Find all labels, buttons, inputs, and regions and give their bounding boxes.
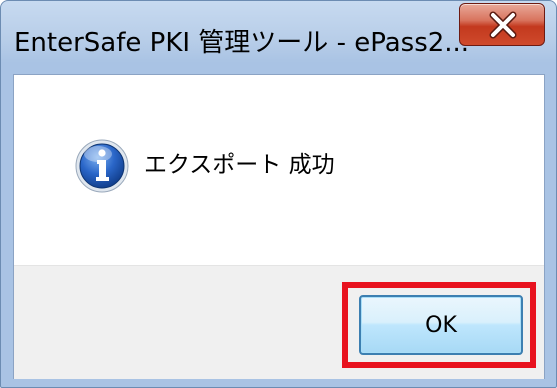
ok-button[interactable]: OK	[359, 295, 523, 355]
close-button[interactable]	[459, 3, 545, 46]
message-area: エクスポート 成功	[14, 75, 544, 265]
message-text: エクスポート 成功	[144, 152, 335, 178]
information-icon	[75, 139, 129, 193]
button-bar: OK	[14, 265, 544, 379]
close-x-icon	[489, 11, 517, 39]
dialog-body: エクスポート 成功 OK	[13, 74, 545, 379]
message-dialog: EnterSafe PKI 管理ツール - ePass2... エクスポート 成…	[0, 0, 557, 388]
title-bar[interactable]: EnterSafe PKI 管理ツール - ePass2...	[1, 1, 556, 75]
dialog-title: EnterSafe PKI 管理ツール - ePass2...	[14, 28, 470, 58]
